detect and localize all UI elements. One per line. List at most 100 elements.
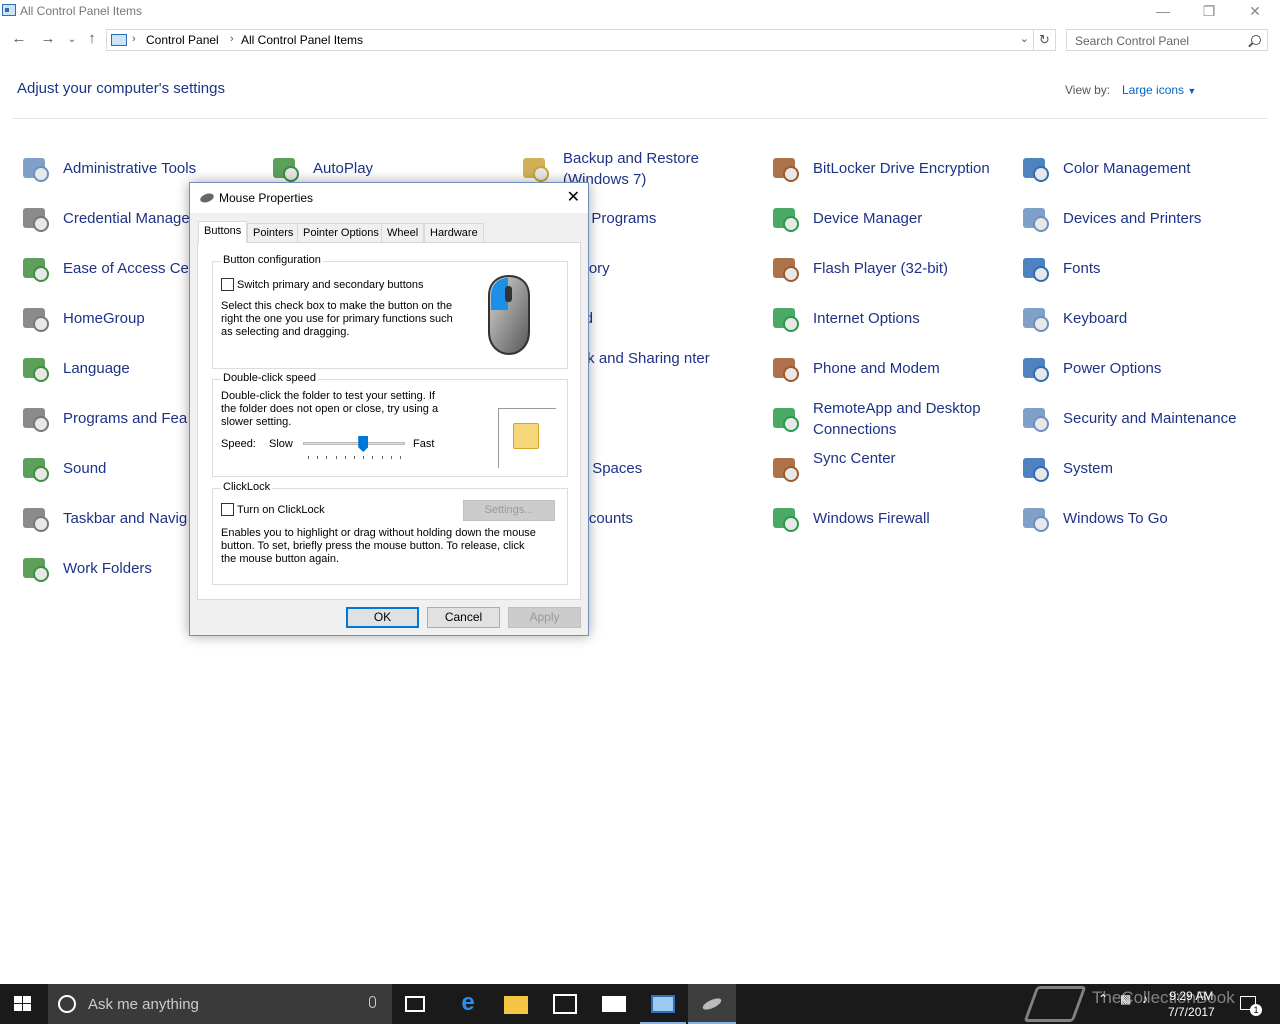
forward-button[interactable]: → [40,30,56,47]
maximize-button[interactable]: ❐ [1186,0,1232,24]
test-folder[interactable] [498,408,556,468]
cancel-button[interactable]: Cancel [427,607,500,628]
control-panel-taskbar-icon[interactable] [651,995,675,1013]
item-label[interactable]: Sound [63,458,106,479]
cortana-search-box[interactable]: Ask me anything [48,984,392,1024]
page-title: Adjust your computer's settings [17,80,225,97]
control-panel-item[interactable]: Windows To Go [1019,498,1259,538]
tab-panel: Button configuration Switch primary and … [197,242,581,600]
item-label[interactable]: Devices and Printers [1063,208,1201,229]
control-panel-item[interactable]: Device Manager [769,198,1009,238]
up-button[interactable]: ↑ [84,30,100,47]
chevron-up-icon[interactable]: ⌃ [1098,992,1108,1006]
clicklock-label[interactable]: Turn on ClickLock [237,504,325,517]
windows-start-button[interactable] [14,996,32,1012]
slider-thumb[interactable] [358,436,369,452]
item-label[interactable]: Administrative Tools [63,158,196,179]
item-label[interactable]: System [1063,458,1113,479]
search-input[interactable]: Search Control Panel [1066,29,1268,51]
chevron-right-icon[interactable]: › [132,33,136,45]
view-by-dropdown[interactable]: Large icons ▼ [1122,83,1196,97]
tab-buttons[interactable]: Buttons [198,221,248,243]
microphone-icon[interactable] [369,996,376,1008]
item-label[interactable]: Taskbar and Navig [63,508,187,529]
item-label[interactable]: Internet Options [813,308,920,329]
control-panel-item[interactable]: RemoteApp and Desktop Connections [769,398,1009,438]
search-icon[interactable] [1251,35,1261,45]
edge-icon[interactable]: e [456,991,480,1016]
item-label[interactable]: Language [63,358,130,379]
remoteapp-icon [769,402,801,434]
control-panel-item[interactable]: Power Options [1019,348,1259,388]
item-label[interactable]: Flash Player (32-bit) [813,258,948,279]
item-label[interactable]: Device Manager [813,208,922,229]
control-panel-item[interactable]: Flash Player (32-bit) [769,248,1009,288]
control-panel-item[interactable]: Phone and Modem [769,348,1009,388]
control-panel-item[interactable]: BitLocker Drive Encryption [769,148,1009,188]
address-bar[interactable]: › Control Panel › All Control Panel Item… [106,29,1034,51]
breadcrumb-all-items[interactable]: All Control Panel Items [241,33,363,47]
control-panel-item[interactable]: System [1019,448,1259,488]
item-label[interactable]: Keyboard [1063,308,1127,329]
item-label[interactable]: Phone and Modem [813,358,940,379]
mouse-properties-taskbar-button[interactable] [688,984,736,1024]
refresh-button[interactable]: ↻ [1034,29,1056,51]
tab-hardware[interactable]: Hardware [424,223,484,242]
task-view-icon[interactable] [405,996,425,1012]
folder-icon[interactable] [513,423,539,449]
chevron-down-icon[interactable]: ⌄ [1020,32,1029,45]
control-panel-item[interactable]: Devices and Printers [1019,198,1259,238]
item-label[interactable]: Sync Center [813,448,1003,469]
item-label[interactable]: Work Folders [63,558,152,579]
clicklock-checkbox[interactable] [221,503,234,516]
speed-slider[interactable] [303,436,405,462]
credential-icon [19,202,51,234]
mail-icon[interactable] [602,996,626,1012]
item-label[interactable]: AutoPlay [313,158,373,179]
apply-button[interactable]: Apply [508,607,581,628]
close-button[interactable]: ✕ [1232,0,1278,24]
dialog-close-button[interactable]: ✕ [567,187,580,207]
switch-buttons-label[interactable]: Switch primary and secondary buttons [237,279,423,292]
store-icon[interactable] [553,994,577,1014]
file-explorer-icon[interactable] [504,996,528,1014]
tab-pointer-options[interactable]: Pointer Options [297,223,385,242]
item-label[interactable]: Power Options [1063,358,1161,379]
flash-icon [769,252,801,284]
item-label[interactable]: Fonts [1063,258,1101,279]
switch-buttons-checkbox[interactable] [221,278,234,291]
system-clock[interactable]: 9:29 AM 7/7/2017 [1168,988,1215,1020]
clicklock-settings-button[interactable]: Settings... [463,500,555,521]
tab-pointers[interactable]: Pointers [247,223,300,242]
control-panel-item[interactable]: Keyboard [1019,298,1259,338]
cortana-icon [58,995,76,1013]
minimize-button[interactable]: — [1140,0,1186,24]
item-label[interactable]: HomeGroup [63,308,145,329]
control-panel-item[interactable]: Internet Options [769,298,1009,338]
volume-icon[interactable]: ♪ [1142,992,1148,1006]
item-label[interactable]: Windows To Go [1063,508,1168,529]
control-panel-item[interactable]: Security and Maintenance [1019,398,1259,438]
item-label[interactable]: Security and Maintenance [1063,408,1236,429]
item-label[interactable]: work and Sharing nter [563,348,753,369]
control-panel-item[interactable]: Fonts [1019,248,1259,288]
breadcrumb-control-panel[interactable]: Control Panel [146,33,219,47]
ok-button[interactable]: OK [346,607,419,628]
item-label[interactable]: Ease of Access Cer [63,258,194,279]
item-label[interactable]: Windows Firewall [813,508,930,529]
recent-locations-button[interactable]: ⌄ [64,34,80,45]
chevron-right-icon[interactable]: › [230,33,234,45]
back-button[interactable]: ← [11,30,27,47]
item-label[interactable]: Color Management [1063,158,1191,179]
item-label[interactable]: BitLocker Drive Encryption [813,158,990,179]
control-panel-item[interactable]: Color Management [1019,148,1259,188]
control-panel-item[interactable]: Windows Firewall [769,498,1009,538]
control-panel-item[interactable]: Sync Center [769,448,1009,488]
tab-wheel[interactable]: Wheel [381,223,425,242]
item-label[interactable]: Backup and Restore (Windows 7) [563,148,753,190]
item-label[interactable]: Credential Manage [63,208,190,229]
item-label[interactable]: Programs and Fea [63,408,187,429]
network-icon[interactable]: ▩ [1120,992,1131,1006]
clock-date: 7/7/2017 [1168,1005,1215,1019]
item-label[interactable]: RemoteApp and Desktop Connections [813,398,1003,440]
